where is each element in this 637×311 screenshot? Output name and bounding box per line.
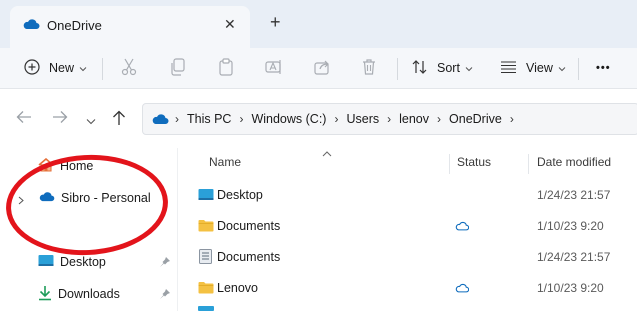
command-bar: New Sort View ••• xyxy=(0,48,637,89)
folder-icon xyxy=(198,272,214,303)
nav-label-desktop: Desktop xyxy=(60,255,106,269)
nav-item-desktop[interactable]: Desktop xyxy=(0,248,177,276)
nav-item-sibro-personal[interactable]: Sibro - Personal xyxy=(0,184,177,212)
address-row: › This PC › Windows (C:) › Users › lenov… xyxy=(0,95,637,145)
scissors-icon xyxy=(121,58,137,79)
new-tab-button[interactable]: + xyxy=(270,13,281,31)
sort-ascending-icon xyxy=(322,146,332,160)
onedrive-cloud-icon xyxy=(151,113,169,125)
folder-icon xyxy=(198,210,214,241)
toolbar-separator xyxy=(102,58,103,80)
chevron-down-icon xyxy=(558,61,566,75)
forward-arrow-icon[interactable] xyxy=(52,110,68,127)
pin-icon[interactable] xyxy=(159,288,171,303)
sort-button[interactable]: Sort xyxy=(412,48,473,88)
home-icon xyxy=(38,157,54,175)
file-date: 1/24/23 21:57 xyxy=(537,187,611,202)
navigation-pane: Home Sibro - Personal Desktop Downloads xyxy=(0,148,177,311)
clipboard-icon xyxy=(218,57,234,79)
breadcrumb-separator-icon: › xyxy=(509,112,514,126)
recent-locations-chevron-icon[interactable] xyxy=(86,114,96,128)
partial-row-icon xyxy=(198,306,214,311)
new-button[interactable]: New xyxy=(24,48,87,88)
title-bar: OneDrive ✕ + xyxy=(0,0,637,48)
new-label: New xyxy=(49,61,75,75)
cut-button[interactable] xyxy=(121,48,137,88)
more-options-button[interactable]: ••• xyxy=(596,48,611,88)
table-row[interactable]: Documents 1/10/23 9:20 xyxy=(178,210,637,241)
onedrive-cloud-icon xyxy=(22,18,40,33)
download-arrow-icon xyxy=(38,285,52,304)
paste-button[interactable] xyxy=(218,48,234,88)
table-row[interactable]: Lenovo 1/10/23 9:20 xyxy=(178,272,637,303)
file-date: 1/10/23 9:20 xyxy=(537,218,604,233)
rename-icon xyxy=(265,58,283,79)
tab-close-icon[interactable]: ✕ xyxy=(224,16,236,33)
nav-item-downloads[interactable]: Downloads xyxy=(0,280,177,308)
view-list-icon xyxy=(500,60,517,77)
nav-item-home[interactable]: Home xyxy=(0,152,177,180)
view-label: View xyxy=(526,61,553,75)
plus-circle-icon xyxy=(24,58,40,78)
file-name: Documents xyxy=(217,249,281,264)
column-divider[interactable] xyxy=(449,154,450,174)
onedrive-cloud-icon xyxy=(38,191,55,205)
up-arrow-icon[interactable] xyxy=(112,110,126,129)
nav-label-downloads: Downloads xyxy=(58,287,120,301)
sort-arrows-icon xyxy=(412,59,428,78)
cloud-status-icon xyxy=(455,272,469,303)
file-name: Documents xyxy=(217,218,281,233)
column-header-status[interactable]: Status xyxy=(457,148,491,176)
view-button[interactable]: View xyxy=(500,48,566,88)
file-date: 1/24/23 21:57 xyxy=(537,249,611,264)
tab-onedrive[interactable]: OneDrive ✕ xyxy=(10,6,250,48)
table-row[interactable]: Documents 1/24/23 21:57 xyxy=(178,241,637,272)
cloud-status-icon xyxy=(455,210,469,241)
file-name: Lenovo xyxy=(217,280,259,295)
toolbar-separator xyxy=(578,58,579,80)
breadcrumb-separator-icon: › xyxy=(437,112,442,126)
pin-icon[interactable] xyxy=(159,256,171,271)
breadcrumb-separator-icon: › xyxy=(387,112,392,126)
nav-label-home: Home xyxy=(60,159,94,173)
file-date: 1/10/23 9:20 xyxy=(537,280,604,295)
trash-icon xyxy=(361,58,377,79)
delete-button[interactable] xyxy=(361,48,377,88)
breadcrumb-onedrive[interactable]: OneDrive xyxy=(449,112,502,126)
breadcrumb-separator-icon: › xyxy=(175,112,179,126)
column-header-name[interactable]: Name xyxy=(209,148,241,176)
share-button[interactable] xyxy=(314,48,332,88)
column-divider[interactable] xyxy=(528,154,529,174)
back-arrow-icon[interactable] xyxy=(16,110,32,127)
breadcrumb-separator-icon: › xyxy=(239,112,244,126)
breadcrumb-separator-icon: › xyxy=(334,112,339,126)
breadcrumb-users[interactable]: Users xyxy=(346,112,379,126)
share-icon xyxy=(314,58,332,79)
rename-button[interactable] xyxy=(265,48,283,88)
toolbar-separator xyxy=(397,58,398,80)
file-list: Name Status Date modified Desktop 1/24/2… xyxy=(178,148,637,311)
expand-chevron-icon[interactable] xyxy=(18,194,24,208)
document-file-icon xyxy=(199,241,212,272)
breadcrumb-windows-c[interactable]: Windows (C:) xyxy=(251,112,326,126)
nav-label-sibro-personal: Sibro - Personal xyxy=(61,191,151,205)
tab-title: OneDrive xyxy=(47,18,102,33)
copy-button[interactable] xyxy=(170,48,186,88)
table-row[interactable]: Desktop 1/24/23 21:57 xyxy=(178,179,637,210)
breadcrumb-lenov[interactable]: lenov xyxy=(399,112,429,126)
breadcrumb-this-pc[interactable]: This PC xyxy=(187,112,231,126)
desktop-folder-icon xyxy=(38,254,54,271)
sort-label: Sort xyxy=(437,61,460,75)
address-bar[interactable]: › This PC › Windows (C:) › Users › lenov… xyxy=(142,103,637,135)
copy-icon xyxy=(170,57,186,79)
chevron-down-icon xyxy=(79,61,87,75)
chevron-down-icon xyxy=(465,61,473,75)
desktop-folder-icon xyxy=(198,179,214,210)
column-header-date-modified[interactable]: Date modified xyxy=(537,148,611,176)
file-name: Desktop xyxy=(217,187,263,202)
